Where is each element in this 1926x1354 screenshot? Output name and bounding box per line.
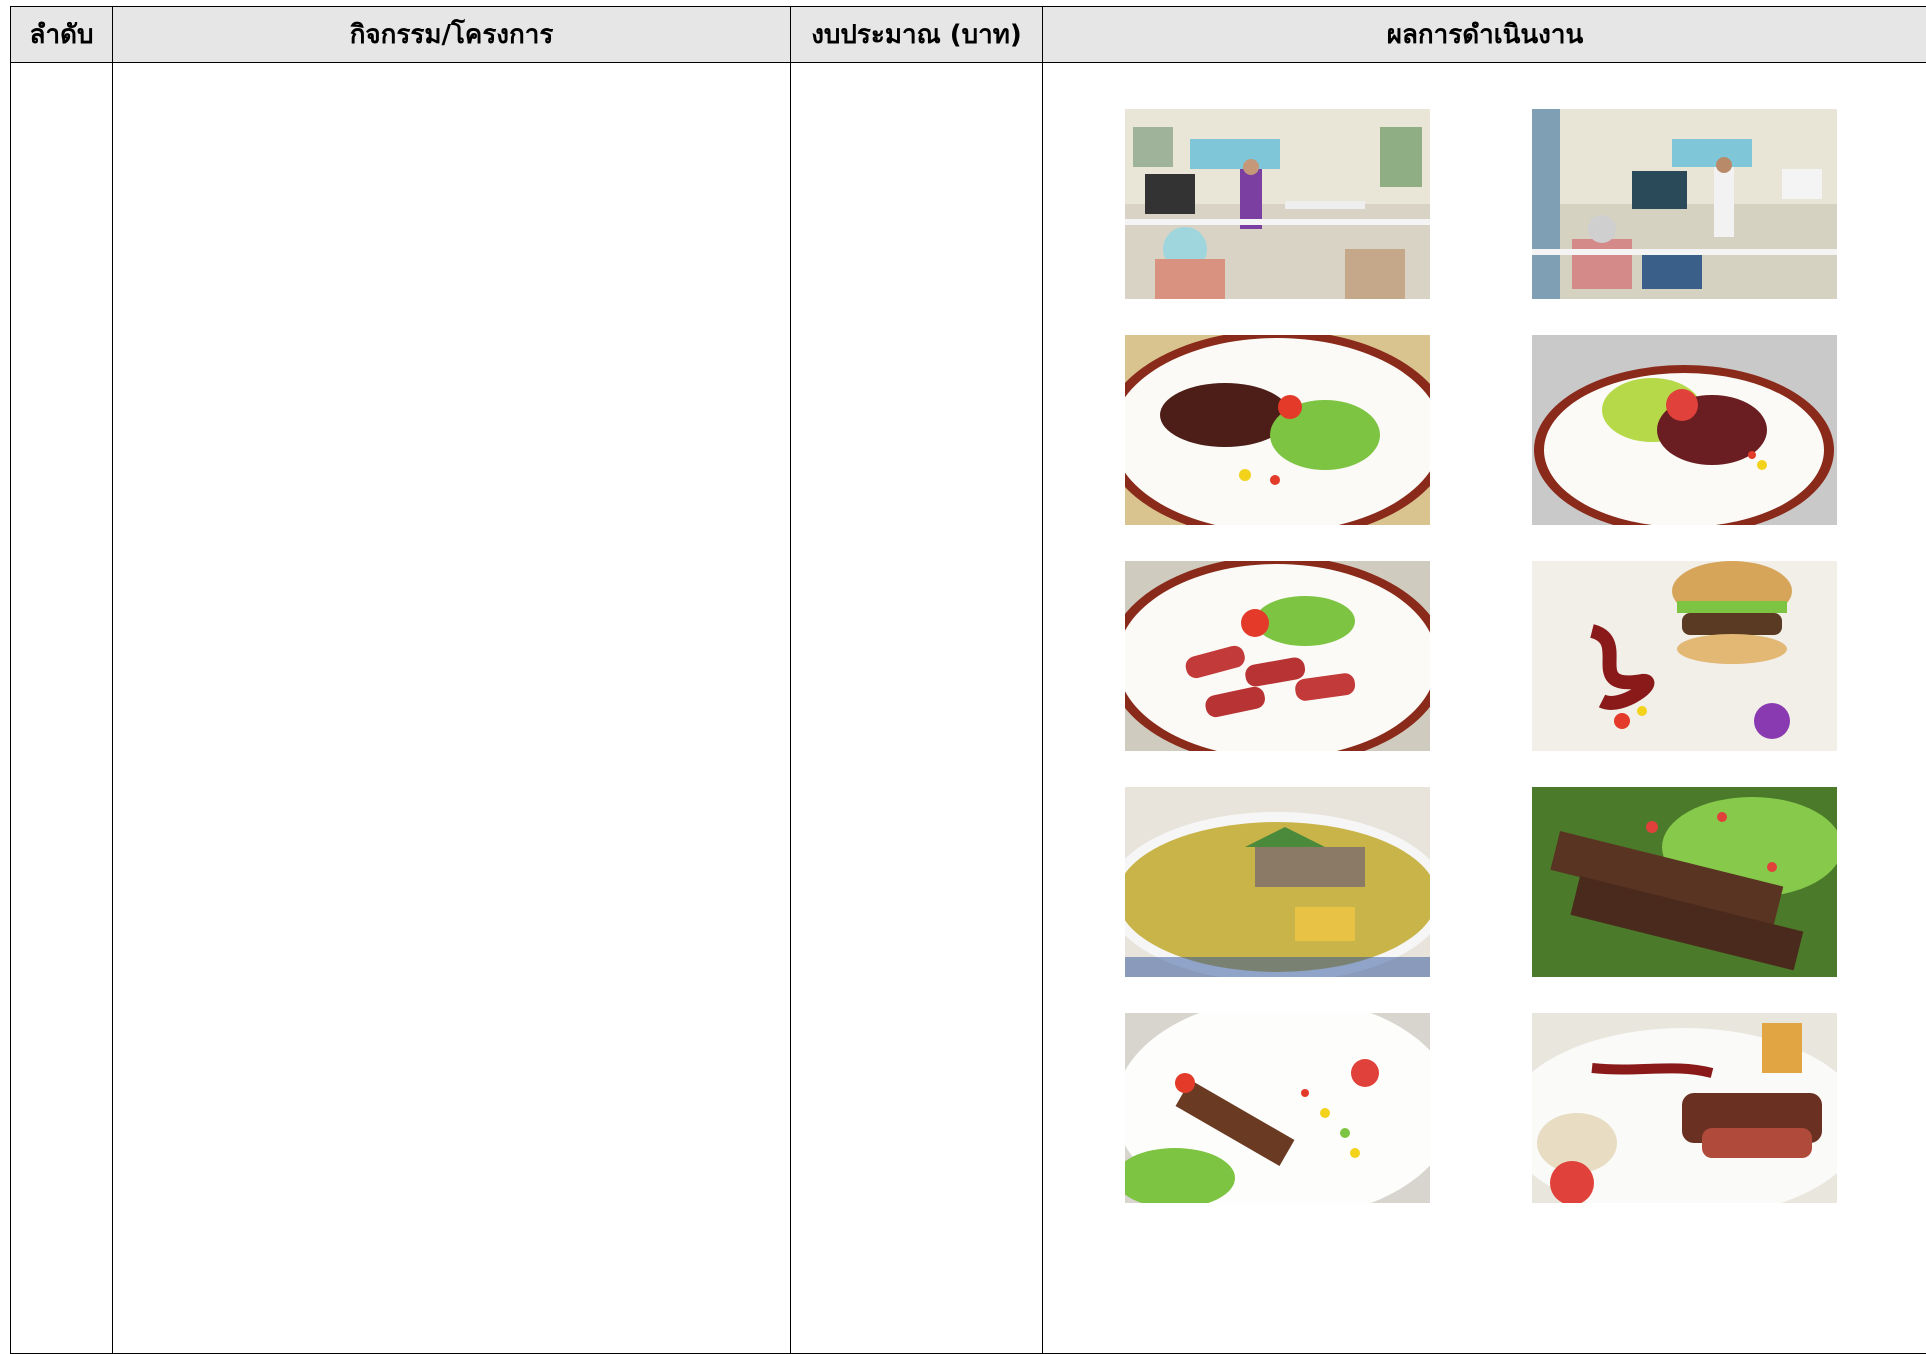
photo-training-room-presenter xyxy=(1532,109,1837,299)
photo-dried-beef-salad-plate xyxy=(1125,335,1430,525)
photo-sausage-plate xyxy=(1125,561,1430,751)
cell-activity xyxy=(113,63,791,1354)
header-activity: กิจกรรม/โครงการ xyxy=(113,7,791,63)
photo-beef-soup-bowl xyxy=(1125,787,1430,977)
photo-training-room-speaker xyxy=(1125,109,1430,299)
photo-steak-plate xyxy=(1532,1013,1837,1203)
header-result: ผลการดำเนินงาน xyxy=(1043,7,1926,63)
cell-result xyxy=(1043,63,1926,1354)
cell-budget xyxy=(791,63,1043,1354)
photo-grilled-beef-skewers xyxy=(1532,787,1837,977)
photo-burger-plate xyxy=(1532,561,1837,751)
header-row: ลำดับ กิจกรรม/โครงการ งบประมาณ (บาท) ผลก… xyxy=(11,7,1926,63)
table-row xyxy=(11,63,1926,1354)
photo-dried-beef-plate-2 xyxy=(1532,335,1837,525)
report-table: ลำดับ กิจกรรม/โครงการ งบประมาณ (บาท) ผลก… xyxy=(10,6,1926,1354)
header-no: ลำดับ xyxy=(11,7,113,63)
photo-beef-kebab-plate xyxy=(1125,1013,1430,1203)
cell-no xyxy=(11,63,113,1354)
header-budget: งบประมาณ (บาท) xyxy=(791,7,1043,63)
